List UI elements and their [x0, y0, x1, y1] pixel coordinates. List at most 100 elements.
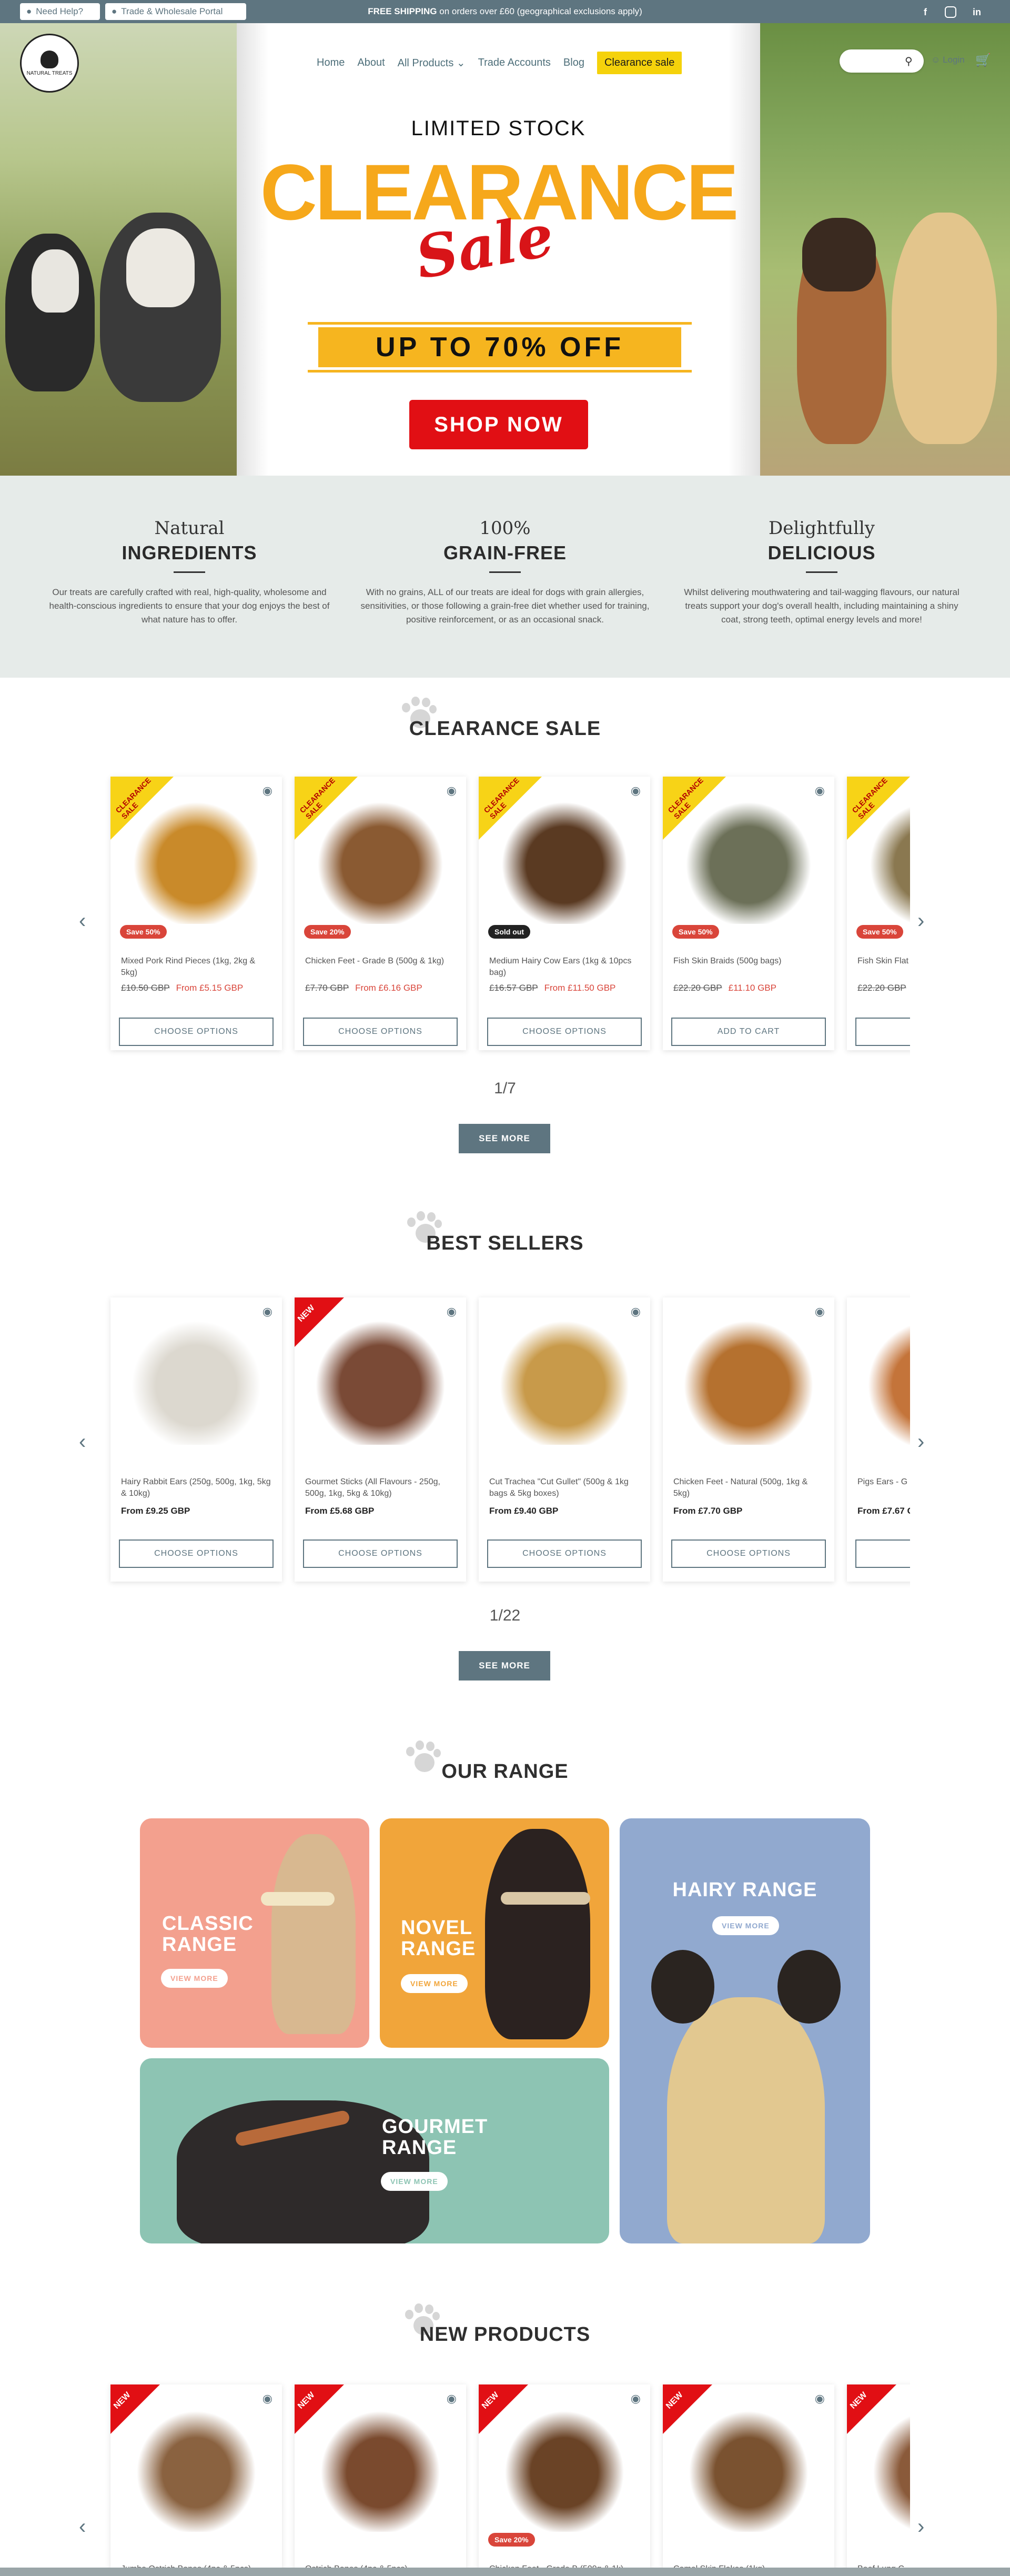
product-card[interactable]: CLEARANCE SALE◉Save 50%Fish Skin Flat£22… [847, 776, 910, 1050]
product-card[interactable]: ◉ Cut Trachea "Cut Gullet" (500g & 1kg ba… [479, 1297, 650, 1582]
price-was: £22.20 GBP [673, 983, 722, 993]
product-name[interactable]: Gourmet Sticks (All Flavours - 250g, 500… [305, 1476, 456, 1500]
site-logo[interactable]: NATURAL TREATS [20, 34, 79, 93]
clearance-see-more-button[interactable]: SEE MORE [459, 1124, 550, 1153]
product-action-button[interactable]: CHOOSE OPTIONS [487, 1018, 642, 1046]
product-name[interactable]: Camel Skin Flakes (1kg) [673, 2563, 824, 2568]
nav-about[interactable]: About [357, 57, 385, 69]
product-name[interactable]: Ostrich Bones (4pc & 5pcs) [305, 2563, 456, 2568]
product-price: £22.20 GBP £11.10 GBP [673, 983, 776, 993]
quick-view-icon[interactable]: ◉ [631, 1305, 641, 1319]
product-action-button[interactable] [855, 1018, 910, 1046]
best-sellers-see-more-button[interactable]: SEE MORE [459, 1651, 550, 1681]
product-price: From £7.70 GBP [673, 1506, 742, 1516]
status-badge: Save 50% [856, 925, 903, 939]
quick-view-icon[interactable]: ◉ [631, 2392, 641, 2406]
new-products-prev-arrow[interactable]: ‹ [79, 2515, 86, 2539]
product-card[interactable]: ◉ Hairy Rabbit Ears (250g, 500g, 1kg, 5kg… [110, 1297, 282, 1582]
price-now: £11.10 GBP [728, 983, 776, 993]
hairy-range-tile[interactable]: HAIRY RANGE VIEW MORE [620, 1818, 870, 2243]
product-action-button[interactable]: CHOOSE OPTIONS [671, 1539, 826, 1568]
facebook-icon[interactable]: f [918, 5, 932, 19]
quick-view-icon[interactable]: ◉ [815, 2392, 825, 2406]
product-card[interactable]: CLEARANCE SALE ◉ Save 50% Fish Skin Braids … [663, 776, 834, 1050]
classic-view-more-button[interactable]: VIEW MORE [161, 1969, 228, 1988]
quick-view-icon[interactable]: ◉ [262, 784, 272, 798]
best-sellers-next-arrow[interactable]: › [917, 1430, 924, 1454]
clearance-prev-arrow[interactable]: ‹ [79, 909, 86, 933]
classic-range-tile[interactable]: CLASSIC RANGE VIEW MORE [140, 1818, 369, 2048]
price-now: From £5.15 GBP [176, 983, 244, 993]
nav-blog[interactable]: Blog [563, 57, 584, 69]
product-card[interactable]: CLEARANCE SALE ◉ Sold out Medium Hairy Cow … [479, 776, 650, 1050]
new-products-next-arrow[interactable]: › [917, 2515, 924, 2539]
search-icon[interactable]: ⚲ [905, 55, 916, 67]
best-sellers-prev-arrow[interactable]: ‹ [79, 1430, 86, 1454]
product-action-button[interactable]: CHOOSE OPTIONS [303, 1018, 458, 1046]
product-action-button[interactable]: ADD TO CART [671, 1018, 826, 1046]
product-card[interactable]: NEW◉Jumbo Ostrich Bones (4pc & 5pcs) [110, 2384, 282, 2568]
novel-view-more-button[interactable]: VIEW MORE [401, 1974, 468, 1993]
cart-icon[interactable]: 🛒 [975, 53, 991, 68]
product-card[interactable]: ◉Pigs Ears - G 50pcs nets)From £7.67 GCH [847, 1297, 910, 1582]
quick-view-icon[interactable]: ◉ [447, 1305, 457, 1319]
product-name[interactable]: Medium Hairy Cow Ears (1kg & 10pcs bag) [489, 955, 640, 979]
hairy-view-more-button[interactable]: VIEW MORE [712, 1916, 779, 1935]
quick-view-icon[interactable]: ◉ [631, 784, 641, 798]
product-price: £16.57 GBP From £11.50 GBP [489, 983, 615, 993]
nav-clearance-sale[interactable]: Clearance sale [597, 52, 682, 74]
gourmet-range-tile[interactable]: GOURMET RANGE VIEW MORE [140, 2058, 609, 2243]
instagram-icon[interactable] [945, 6, 956, 18]
product-image[interactable] [126, 1313, 266, 1445]
shop-now-button[interactable]: SHOP NOW [409, 400, 588, 449]
nav-home[interactable]: Home [317, 57, 345, 69]
product-name[interactable]: Hairy Rabbit Ears (250g, 500g, 1kg, 5kg … [121, 1476, 271, 1500]
product-card[interactable]: ◉ Chicken Feet - Natural (500g, 1kg & 5kg… [663, 1297, 834, 1582]
quick-view-icon[interactable]: ◉ [262, 1305, 272, 1319]
product-name[interactable]: Pigs Ears - G 50pcs nets) [857, 1476, 910, 1488]
quick-view-icon[interactable]: ◉ [815, 784, 825, 798]
price-from: From £7.70 GBP [673, 1506, 743, 1516]
product-name[interactable]: Fish Skin Flat [857, 955, 910, 967]
product-action-button[interactable]: CHOOSE OPTIONS [303, 1539, 458, 1568]
quick-view-icon[interactable]: ◉ [815, 1305, 825, 1319]
product-image[interactable] [679, 1313, 819, 1445]
feature-big: INGREDIENTS [122, 542, 257, 564]
product-name[interactable]: Jumbo Ostrich Bones (4pc & 5pcs) [121, 2563, 271, 2568]
product-card[interactable]: NEW◉Camel Skin Flakes (1kg) [663, 2384, 834, 2568]
search-input[interactable]: ⚲ [840, 49, 924, 73]
product-card[interactable]: NEW◉Ostrich Bones (4pc & 5pcs) [295, 2384, 466, 2568]
price-now: From £11.50 GBP [544, 983, 616, 993]
quick-view-icon[interactable]: ◉ [262, 2392, 272, 2406]
product-name[interactable]: Chicken Feet - Grade B (500g & 1k) [489, 2563, 640, 2568]
product-card[interactable]: NEW◉Save 20%Chicken Feet - Grade B (500g… [479, 2384, 650, 2568]
product-name[interactable]: Cut Trachea "Cut Gullet" (500g & 1kg bag… [489, 1476, 640, 1500]
quick-view-icon[interactable]: ◉ [447, 2392, 457, 2406]
feature-big: GRAIN-FREE [443, 542, 567, 564]
novel-range-tile[interactable]: NOVEL RANGE VIEW MORE [380, 1818, 609, 2048]
gourmet-view-more-button[interactable]: VIEW MORE [381, 2172, 448, 2191]
quick-view-icon[interactable]: ◉ [447, 784, 457, 798]
clearance-next-arrow[interactable]: › [917, 909, 924, 933]
product-name[interactable]: Fish Skin Braids (500g bags) [673, 955, 824, 967]
bottom-bar [0, 2568, 1010, 2576]
nav-all-products[interactable]: All Products ⌄ [398, 56, 466, 69]
product-name[interactable]: Chicken Feet - Natural (500g, 1kg & 5kg) [673, 1476, 824, 1500]
product-name[interactable]: Mixed Pork Rind Pieces (1kg, 2kg & 5kg) [121, 955, 271, 979]
product-card[interactable]: NEW ◉ Gourmet Sticks (All Flavours - 250g,… [295, 1297, 466, 1582]
product-action-button[interactable]: CH [855, 1539, 910, 1568]
product-card[interactable]: CLEARANCE SALE ◉ Save 20% Chicken Feet - Gr… [295, 776, 466, 1050]
login-link[interactable]: ☺ Login [931, 55, 965, 65]
product-name[interactable]: Chicken Feet - Grade B (500g & 1kg) [305, 955, 456, 967]
nav-trade-accounts[interactable]: Trade Accounts [478, 57, 551, 69]
product-card[interactable]: NEW◉Beef Lung C [847, 2384, 910, 2568]
product-action-button[interactable]: CHOOSE OPTIONS [119, 1018, 274, 1046]
yorkie-dog [271, 1834, 356, 2034]
product-action-button[interactable]: CHOOSE OPTIONS [487, 1539, 642, 1568]
product-image[interactable] [863, 1313, 910, 1445]
product-card[interactable]: CLEARANCE SALE ◉ Save 50% Mixed Pork Rind P… [110, 776, 282, 1050]
product-image[interactable] [494, 1313, 634, 1445]
product-action-button[interactable]: CHOOSE OPTIONS [119, 1539, 274, 1568]
linkedin-icon[interactable]: in [970, 5, 984, 19]
product-name[interactable]: Beef Lung C [857, 2563, 910, 2568]
